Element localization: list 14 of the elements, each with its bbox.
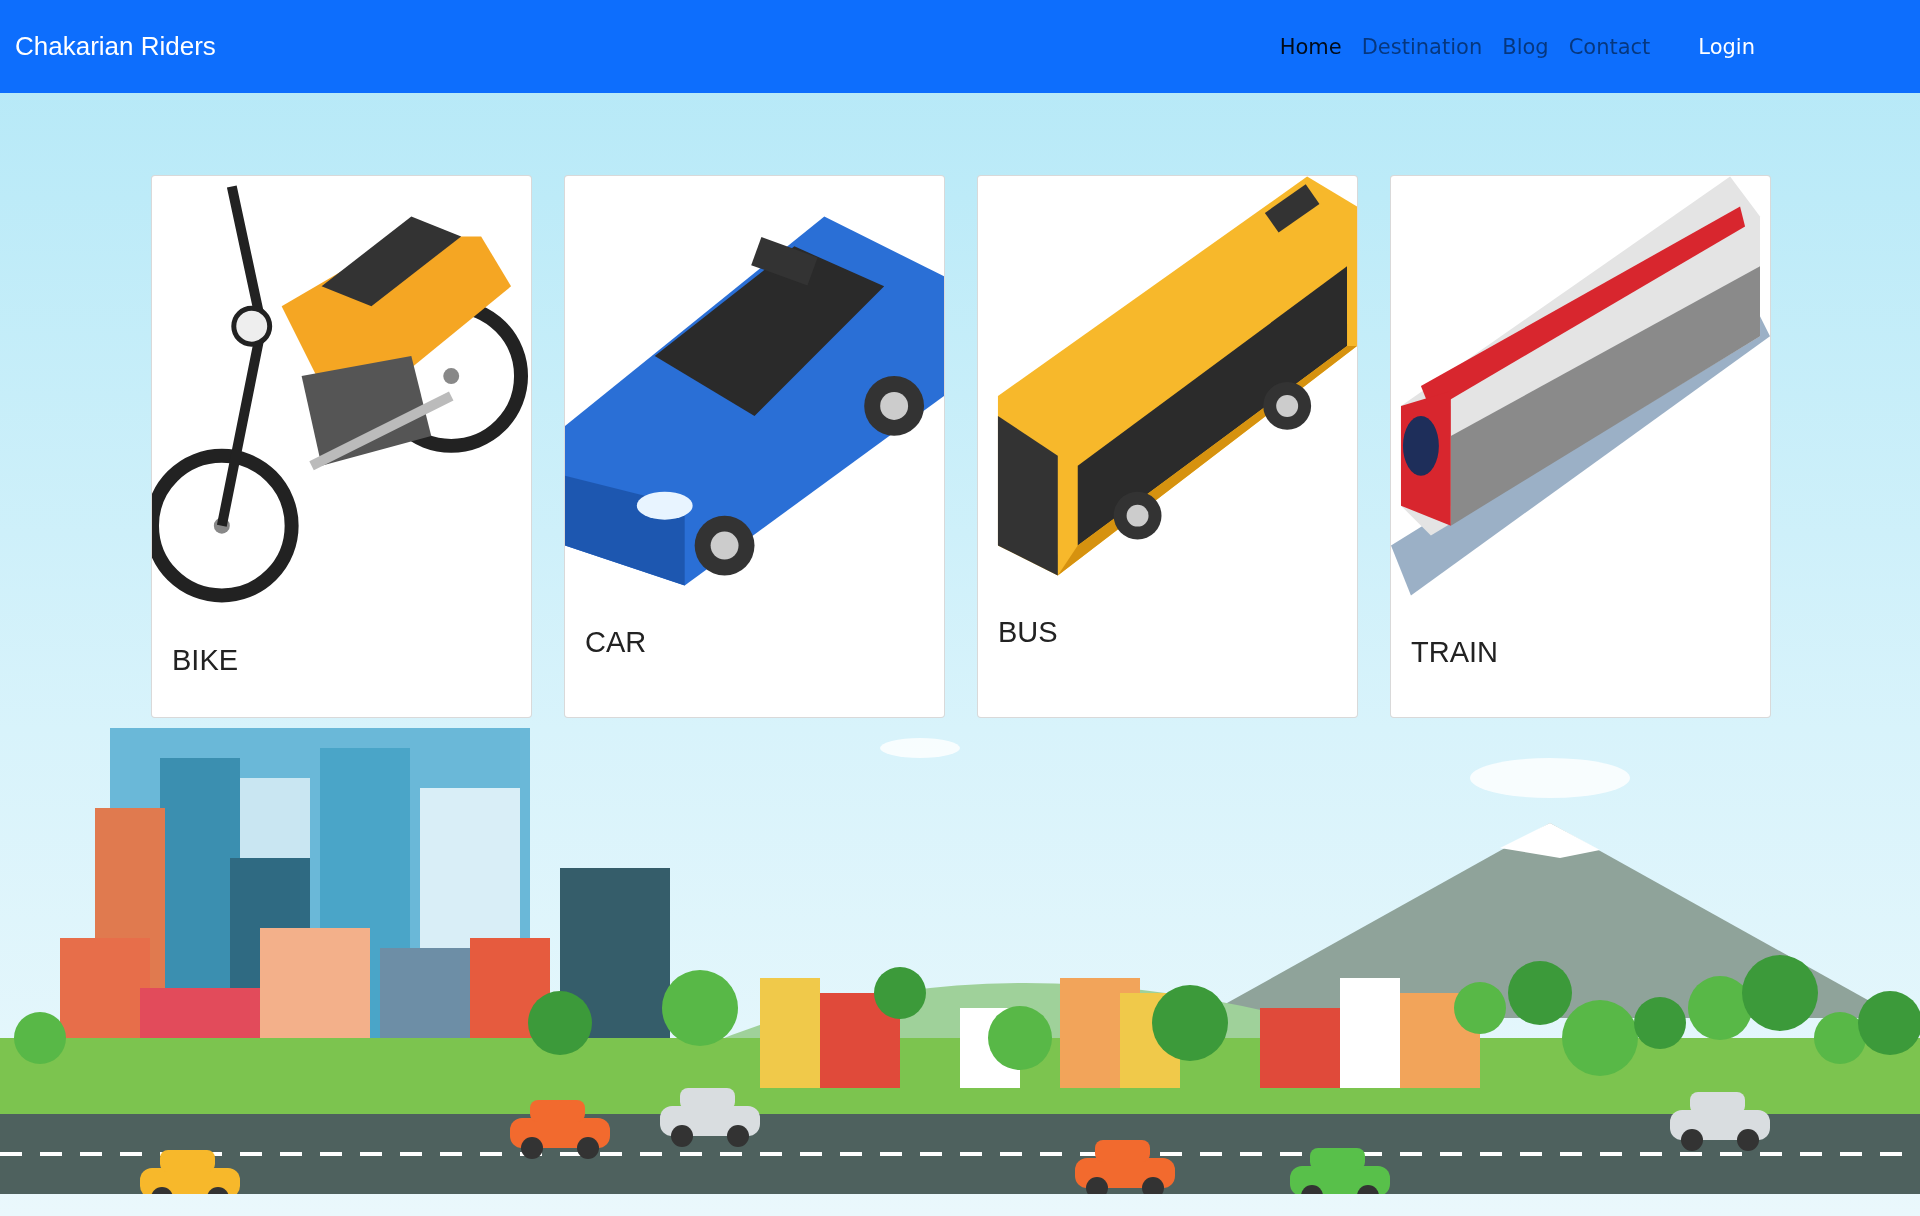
card-title: TRAIN — [1410, 635, 1499, 669]
nav-link[interactable]: Blog — [1502, 34, 1549, 59]
vehicle-card[interactable]: CAR — [564, 175, 945, 718]
nav-link[interactable]: Contact — [1568, 34, 1651, 59]
card-title: BIKE — [171, 643, 240, 677]
vehicle-card[interactable]: BIKE — [151, 175, 532, 718]
vehicle-card[interactable]: BUS — [977, 175, 1358, 718]
card-title: CAR — [584, 625, 648, 659]
nav-link[interactable]: Home — [1279, 34, 1342, 59]
card-title: BUS — [997, 615, 1059, 649]
nav-link[interactable]: Destination — [1361, 34, 1483, 59]
brand-name[interactable]: Chakarian Riders — [15, 31, 216, 62]
login-button[interactable]: Login — [1698, 30, 1755, 63]
vehicle-card[interactable]: TRAIN — [1390, 175, 1771, 718]
